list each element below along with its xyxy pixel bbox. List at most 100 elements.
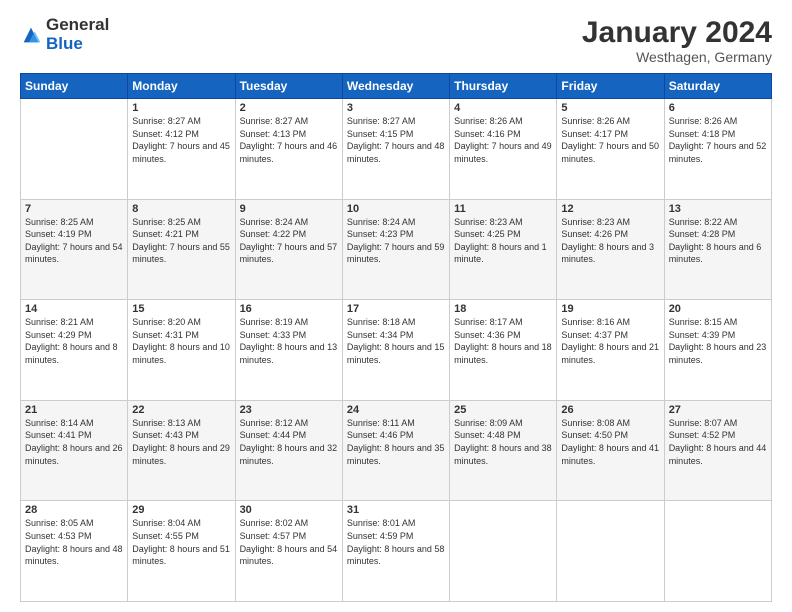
calendar-cell: 2Sunrise: 8:27 AMSunset: 4:13 PMDaylight… xyxy=(235,99,342,200)
cell-day-number: 24 xyxy=(347,404,445,416)
calendar-cell: 17Sunrise: 8:18 AMSunset: 4:34 PMDayligh… xyxy=(342,300,449,401)
calendar-cell: 8Sunrise: 8:25 AMSunset: 4:21 PMDaylight… xyxy=(128,199,235,300)
cell-day-number: 9 xyxy=(240,203,338,215)
col-wednesday: Wednesday xyxy=(342,74,449,99)
cell-day-number: 2 xyxy=(240,102,338,114)
cell-day-number: 14 xyxy=(25,303,123,315)
cell-info: Sunrise: 8:07 AMSunset: 4:52 PMDaylight:… xyxy=(669,417,767,467)
cell-info: Sunrise: 8:14 AMSunset: 4:41 PMDaylight:… xyxy=(25,417,123,467)
cell-day-number: 18 xyxy=(454,303,552,315)
title-month: January 2024 xyxy=(582,16,772,49)
calendar-table: Sunday Monday Tuesday Wednesday Thursday… xyxy=(20,73,772,602)
calendar-cell: 30Sunrise: 8:02 AMSunset: 4:57 PMDayligh… xyxy=(235,501,342,602)
cell-info: Sunrise: 8:25 AMSunset: 4:21 PMDaylight:… xyxy=(132,216,230,266)
calendar-cell: 27Sunrise: 8:07 AMSunset: 4:52 PMDayligh… xyxy=(664,400,771,501)
cell-day-number: 16 xyxy=(240,303,338,315)
calendar-cell xyxy=(557,501,664,602)
cell-info: Sunrise: 8:15 AMSunset: 4:39 PMDaylight:… xyxy=(669,316,767,366)
cell-info: Sunrise: 8:16 AMSunset: 4:37 PMDaylight:… xyxy=(561,316,659,366)
cell-day-number: 29 xyxy=(132,504,230,516)
cell-info: Sunrise: 8:25 AMSunset: 4:19 PMDaylight:… xyxy=(25,216,123,266)
calendar-cell: 28Sunrise: 8:05 AMSunset: 4:53 PMDayligh… xyxy=(21,501,128,602)
cell-day-number: 23 xyxy=(240,404,338,416)
cell-day-number: 19 xyxy=(561,303,659,315)
calendar-cell: 13Sunrise: 8:22 AMSunset: 4:28 PMDayligh… xyxy=(664,199,771,300)
cell-day-number: 4 xyxy=(454,102,552,114)
cell-info: Sunrise: 8:17 AMSunset: 4:36 PMDaylight:… xyxy=(454,316,552,366)
calendar-cell: 10Sunrise: 8:24 AMSunset: 4:23 PMDayligh… xyxy=(342,199,449,300)
cell-day-number: 15 xyxy=(132,303,230,315)
col-saturday: Saturday xyxy=(664,74,771,99)
calendar-page: General Blue January 2024 Westhagen, Ger… xyxy=(0,0,792,612)
cell-info: Sunrise: 8:26 AMSunset: 4:18 PMDaylight:… xyxy=(669,115,767,165)
cell-day-number: 31 xyxy=(347,504,445,516)
logo-general: General xyxy=(46,16,109,35)
calendar-cell: 9Sunrise: 8:24 AMSunset: 4:22 PMDaylight… xyxy=(235,199,342,300)
calendar-cell: 14Sunrise: 8:21 AMSunset: 4:29 PMDayligh… xyxy=(21,300,128,401)
header: General Blue January 2024 Westhagen, Ger… xyxy=(20,16,772,65)
cell-info: Sunrise: 8:08 AMSunset: 4:50 PMDaylight:… xyxy=(561,417,659,467)
calendar-cell: 26Sunrise: 8:08 AMSunset: 4:50 PMDayligh… xyxy=(557,400,664,501)
cell-day-number: 7 xyxy=(25,203,123,215)
logo-icon xyxy=(20,24,42,46)
calendar-cell: 5Sunrise: 8:26 AMSunset: 4:17 PMDaylight… xyxy=(557,99,664,200)
week-row-2: 7Sunrise: 8:25 AMSunset: 4:19 PMDaylight… xyxy=(21,199,772,300)
week-row-5: 28Sunrise: 8:05 AMSunset: 4:53 PMDayligh… xyxy=(21,501,772,602)
cell-day-number: 20 xyxy=(669,303,767,315)
calendar-cell xyxy=(21,99,128,200)
calendar-cell: 6Sunrise: 8:26 AMSunset: 4:18 PMDaylight… xyxy=(664,99,771,200)
week-row-1: 1Sunrise: 8:27 AMSunset: 4:12 PMDaylight… xyxy=(21,99,772,200)
col-thursday: Thursday xyxy=(450,74,557,99)
calendar-cell: 29Sunrise: 8:04 AMSunset: 4:55 PMDayligh… xyxy=(128,501,235,602)
cell-info: Sunrise: 8:04 AMSunset: 4:55 PMDaylight:… xyxy=(132,517,230,567)
cell-info: Sunrise: 8:18 AMSunset: 4:34 PMDaylight:… xyxy=(347,316,445,366)
cell-day-number: 17 xyxy=(347,303,445,315)
cell-day-number: 28 xyxy=(25,504,123,516)
week-row-4: 21Sunrise: 8:14 AMSunset: 4:41 PMDayligh… xyxy=(21,400,772,501)
logo-text: General Blue xyxy=(46,16,109,53)
calendar-cell: 1Sunrise: 8:27 AMSunset: 4:12 PMDaylight… xyxy=(128,99,235,200)
cell-info: Sunrise: 8:23 AMSunset: 4:25 PMDaylight:… xyxy=(454,216,552,266)
cell-day-number: 8 xyxy=(132,203,230,215)
cell-day-number: 11 xyxy=(454,203,552,215)
cell-info: Sunrise: 8:27 AMSunset: 4:15 PMDaylight:… xyxy=(347,115,445,165)
cell-info: Sunrise: 8:24 AMSunset: 4:22 PMDaylight:… xyxy=(240,216,338,266)
cell-info: Sunrise: 8:09 AMSunset: 4:48 PMDaylight:… xyxy=(454,417,552,467)
cell-info: Sunrise: 8:13 AMSunset: 4:43 PMDaylight:… xyxy=(132,417,230,467)
cell-info: Sunrise: 8:02 AMSunset: 4:57 PMDaylight:… xyxy=(240,517,338,567)
cell-day-number: 22 xyxy=(132,404,230,416)
cell-day-number: 12 xyxy=(561,203,659,215)
cell-day-number: 3 xyxy=(347,102,445,114)
cell-info: Sunrise: 8:27 AMSunset: 4:12 PMDaylight:… xyxy=(132,115,230,165)
calendar-cell: 24Sunrise: 8:11 AMSunset: 4:46 PMDayligh… xyxy=(342,400,449,501)
cell-day-number: 5 xyxy=(561,102,659,114)
calendar-cell: 21Sunrise: 8:14 AMSunset: 4:41 PMDayligh… xyxy=(21,400,128,501)
cell-info: Sunrise: 8:26 AMSunset: 4:17 PMDaylight:… xyxy=(561,115,659,165)
calendar-cell: 15Sunrise: 8:20 AMSunset: 4:31 PMDayligh… xyxy=(128,300,235,401)
calendar-cell: 12Sunrise: 8:23 AMSunset: 4:26 PMDayligh… xyxy=(557,199,664,300)
logo-blue: Blue xyxy=(46,35,109,54)
cell-info: Sunrise: 8:20 AMSunset: 4:31 PMDaylight:… xyxy=(132,316,230,366)
cell-info: Sunrise: 8:01 AMSunset: 4:59 PMDaylight:… xyxy=(347,517,445,567)
cell-day-number: 26 xyxy=(561,404,659,416)
calendar-cell: 19Sunrise: 8:16 AMSunset: 4:37 PMDayligh… xyxy=(557,300,664,401)
week-row-3: 14Sunrise: 8:21 AMSunset: 4:29 PMDayligh… xyxy=(21,300,772,401)
cell-info: Sunrise: 8:26 AMSunset: 4:16 PMDaylight:… xyxy=(454,115,552,165)
cell-day-number: 25 xyxy=(454,404,552,416)
calendar-cell: 11Sunrise: 8:23 AMSunset: 4:25 PMDayligh… xyxy=(450,199,557,300)
cell-info: Sunrise: 8:19 AMSunset: 4:33 PMDaylight:… xyxy=(240,316,338,366)
col-sunday: Sunday xyxy=(21,74,128,99)
cell-day-number: 21 xyxy=(25,404,123,416)
cell-info: Sunrise: 8:22 AMSunset: 4:28 PMDaylight:… xyxy=(669,216,767,266)
cell-info: Sunrise: 8:12 AMSunset: 4:44 PMDaylight:… xyxy=(240,417,338,467)
cell-info: Sunrise: 8:21 AMSunset: 4:29 PMDaylight:… xyxy=(25,316,123,366)
cell-day-number: 13 xyxy=(669,203,767,215)
col-friday: Friday xyxy=(557,74,664,99)
col-monday: Monday xyxy=(128,74,235,99)
calendar-cell xyxy=(450,501,557,602)
cell-info: Sunrise: 8:11 AMSunset: 4:46 PMDaylight:… xyxy=(347,417,445,467)
logo: General Blue xyxy=(20,16,109,53)
title-block: January 2024 Westhagen, Germany xyxy=(582,16,772,65)
calendar-cell: 4Sunrise: 8:26 AMSunset: 4:16 PMDaylight… xyxy=(450,99,557,200)
calendar-cell: 18Sunrise: 8:17 AMSunset: 4:36 PMDayligh… xyxy=(450,300,557,401)
